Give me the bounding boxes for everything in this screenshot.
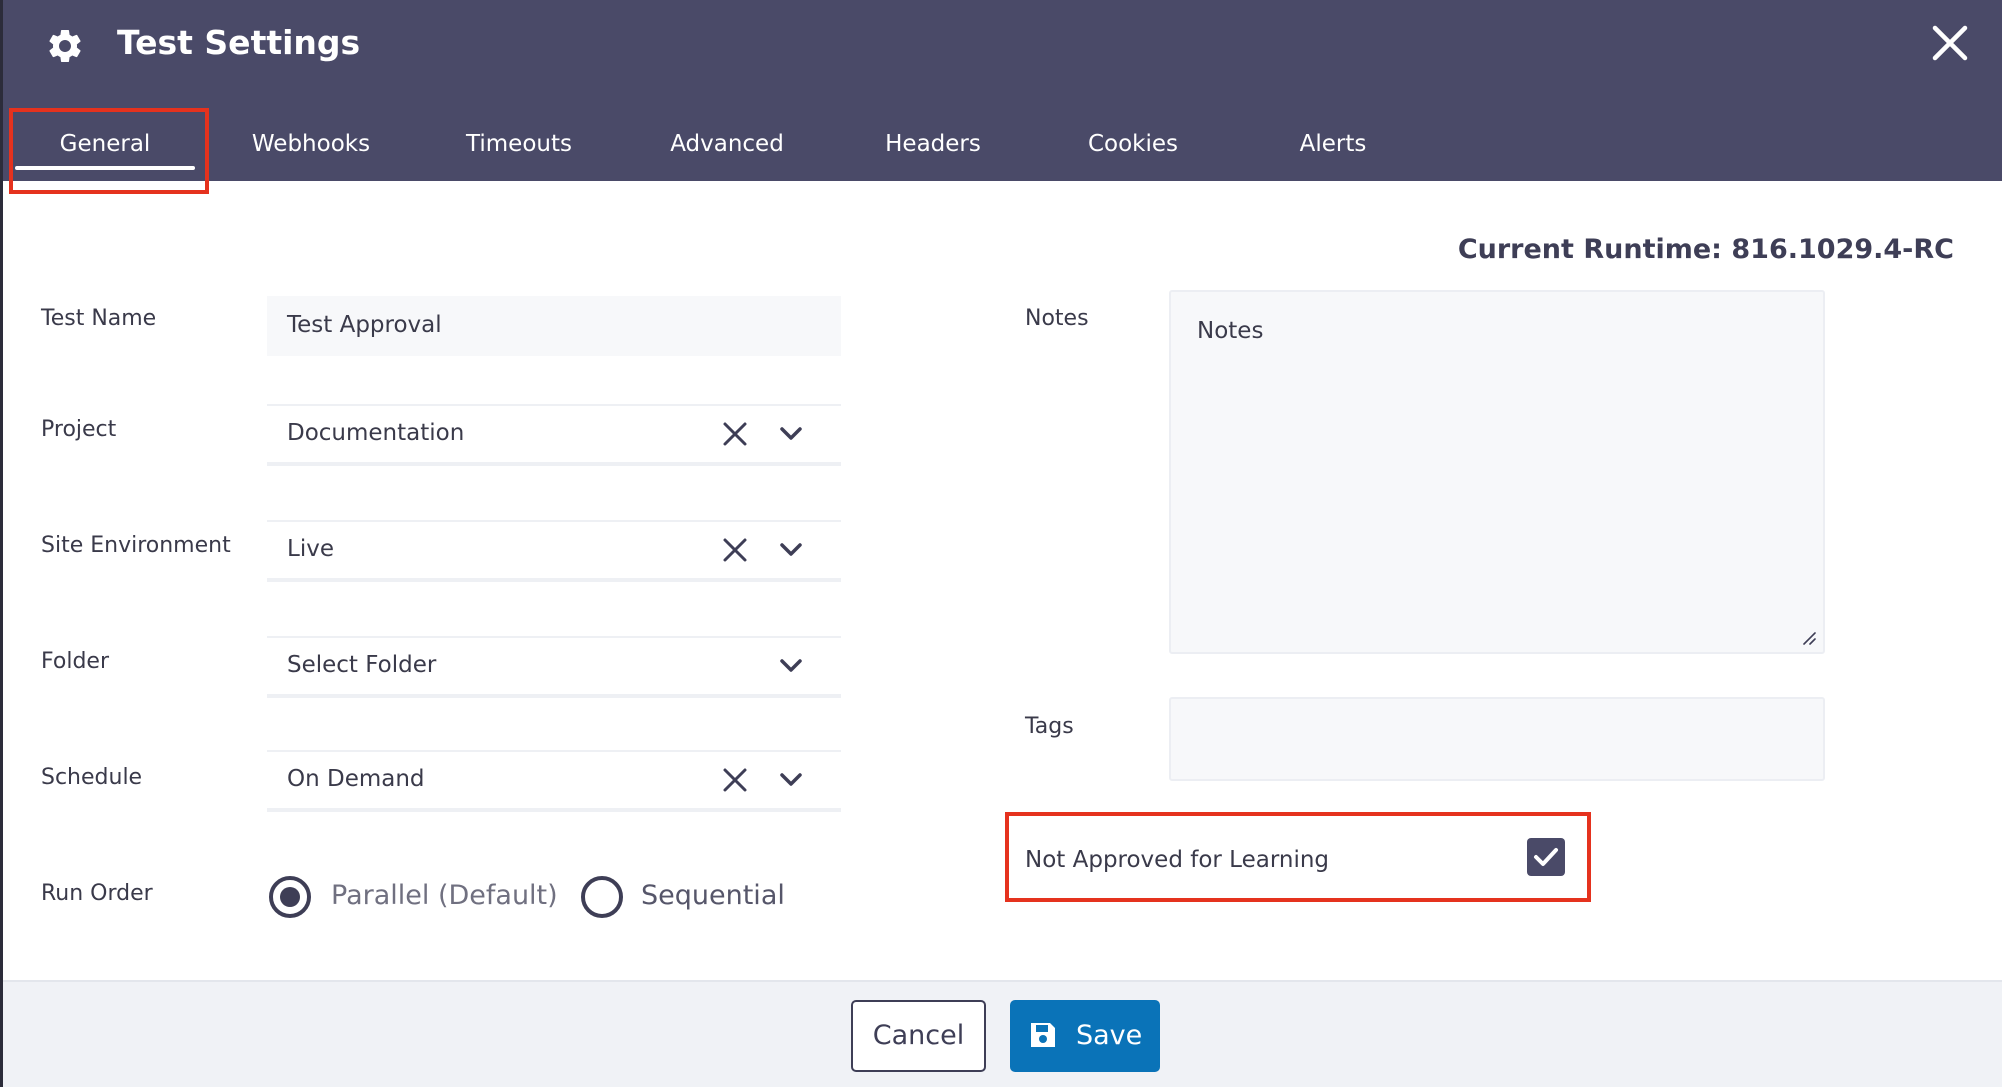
tags-input[interactable] bbox=[1169, 697, 1825, 781]
run-order-label: Run Order bbox=[41, 881, 153, 906]
project-value: Documentation bbox=[287, 420, 465, 446]
chevron-down-icon[interactable] bbox=[779, 770, 803, 790]
check-icon bbox=[1534, 848, 1558, 866]
radio-selected-dot bbox=[280, 887, 300, 907]
folder-label: Folder bbox=[41, 649, 109, 674]
tags-label: Tags bbox=[1025, 714, 1074, 739]
tab-alerts[interactable]: Alerts bbox=[1263, 122, 1403, 166]
tab-headers[interactable]: Headers bbox=[863, 122, 1003, 166]
test-name-input[interactable]: Test Approval bbox=[267, 296, 841, 356]
chevron-down-icon[interactable] bbox=[779, 656, 803, 676]
general-tab-highlight bbox=[9, 108, 209, 194]
notes-label: Notes bbox=[1025, 306, 1089, 331]
tab-timeouts[interactable]: Timeouts bbox=[449, 122, 589, 166]
folder-select[interactable]: Select Folder bbox=[267, 636, 841, 696]
chevron-down-icon[interactable] bbox=[779, 424, 803, 444]
close-icon[interactable] bbox=[1929, 22, 1971, 64]
site-environment-label: Site Environment bbox=[41, 533, 231, 558]
project-select[interactable]: Documentation bbox=[267, 404, 841, 464]
radio-sequential[interactable] bbox=[581, 876, 623, 918]
schedule-label: Schedule bbox=[41, 765, 143, 790]
site-environment-value: Live bbox=[287, 536, 334, 562]
notes-textarea[interactable]: Notes bbox=[1169, 290, 1825, 654]
folder-value: Select Folder bbox=[287, 652, 437, 678]
resize-grip-icon[interactable] bbox=[1801, 630, 1817, 646]
schedule-value: On Demand bbox=[287, 766, 425, 792]
notes-placeholder: Notes bbox=[1197, 318, 1264, 344]
radio-parallel-label[interactable]: Parallel (Default) bbox=[331, 876, 558, 916]
current-runtime: Current Runtime: 816.1029.4-RC bbox=[1457, 234, 1954, 265]
radio-parallel[interactable] bbox=[269, 876, 311, 918]
not-approved-highlight: Not Approved for Learning bbox=[1005, 812, 1591, 902]
site-environment-select[interactable]: Live bbox=[267, 520, 841, 580]
dialog-header: Test Settings General Webhooks Timeouts … bbox=[3, 0, 2002, 181]
not-approved-label: Not Approved for Learning bbox=[1025, 847, 1330, 873]
not-approved-checkbox[interactable] bbox=[1527, 838, 1565, 876]
clear-icon[interactable] bbox=[722, 421, 748, 447]
test-name-label: Test Name bbox=[41, 306, 157, 331]
radio-sequential-label[interactable]: Sequential bbox=[641, 876, 785, 916]
dialog-footer: Cancel Save bbox=[3, 980, 2002, 1087]
clear-icon[interactable] bbox=[722, 767, 748, 793]
tab-cookies[interactable]: Cookies bbox=[1063, 122, 1203, 166]
project-label: Project bbox=[41, 417, 117, 442]
gear-icon bbox=[49, 29, 81, 62]
dialog-title: Test Settings bbox=[117, 23, 361, 62]
cancel-button[interactable]: Cancel bbox=[851, 1000, 986, 1072]
test-settings-dialog: Test Settings General Webhooks Timeouts … bbox=[0, 0, 2002, 1087]
tab-advanced[interactable]: Advanced bbox=[657, 122, 797, 166]
save-icon bbox=[1031, 1023, 1055, 1047]
schedule-select[interactable]: On Demand bbox=[267, 750, 841, 810]
save-label: Save bbox=[1076, 1020, 1143, 1051]
chevron-down-icon[interactable] bbox=[779, 540, 803, 560]
tab-webhooks[interactable]: Webhooks bbox=[241, 122, 381, 166]
clear-icon[interactable] bbox=[722, 537, 748, 563]
save-button[interactable]: Save bbox=[1010, 1000, 1160, 1072]
